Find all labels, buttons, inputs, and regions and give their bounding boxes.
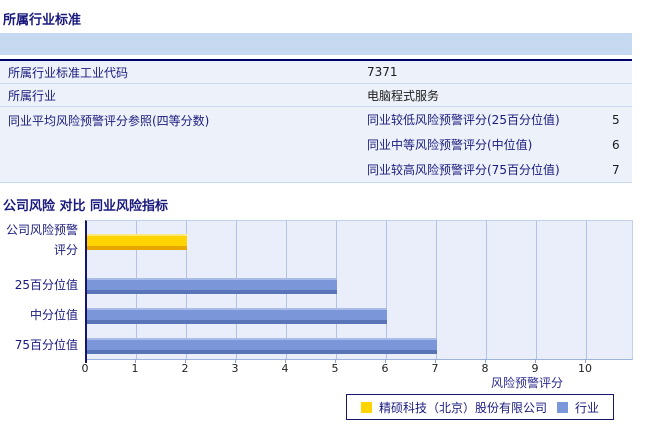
sub-label-low: 同业较低风险预警评分(25百分位值) [367, 113, 560, 127]
row-value-industry: 电脑程式服务 [367, 88, 440, 103]
tick-label-2: 2 [181, 362, 189, 375]
row-label-industry: 所属行业 [8, 88, 57, 103]
tick-label-6: 6 [381, 362, 389, 375]
category-label-2: 中分位值 [29, 308, 78, 322]
legend-label: 行业 [575, 400, 600, 415]
tick-label-5: 5 [331, 362, 339, 375]
chart-legend: 精硕科技（北京）股份有限公司 行业 [346, 394, 615, 420]
section-title-risk-comparison: 公司风险 对比 同业风险指标 [3, 199, 169, 214]
sub-value-high: 7 [612, 162, 620, 177]
tick-label-0: 0 [81, 362, 89, 375]
gridline [486, 221, 487, 359]
row-label-industry-code: 所属行业标准工业代码 [8, 65, 129, 80]
bar-中分位值 [87, 308, 387, 324]
tick-label-10: 10 [578, 362, 592, 375]
legend-swatch-icon [557, 401, 569, 413]
table-row: 所属行业 电脑程式服务 [0, 84, 632, 107]
bar-25百分位值 [87, 278, 337, 294]
row-value-industry-code: 7371 [367, 65, 398, 79]
sub-value-median: 6 [612, 137, 620, 152]
sub-row-low: 同业较低风险预警评分(25百分位值) 5 [367, 107, 647, 132]
plot-area [85, 220, 633, 360]
group-label-peer-average: 同业平均风险预警评分参照(四等分数) [8, 114, 210, 128]
gridline [536, 221, 537, 359]
legend-item-0: 精硕科技（北京）股份有限公司 [361, 399, 547, 416]
group-subrows: 同业较低风险预警评分(25百分位值) 5 同业中等风险预警评分(中位值) 6 同… [367, 107, 647, 182]
category-label-1: 25百分位值 [14, 278, 78, 292]
tick-label-4: 4 [281, 362, 289, 375]
sub-label-high: 同业较高风险预警评分(75百分位值) [367, 163, 560, 177]
section-title-industry-standard: 所属行业标准 [3, 13, 82, 28]
sub-value-low: 5 [612, 112, 620, 127]
sub-row-median: 同业中等风险预警评分(中位值) 6 [367, 132, 647, 157]
category-label-3: 75百分位值 [14, 338, 78, 352]
table-row: 所属行业标准工业代码 7371 [0, 61, 632, 84]
tick-label-1: 1 [131, 362, 139, 375]
table-header-band [0, 33, 632, 55]
category-label-0: 公司风险预警评分 [5, 223, 78, 257]
industry-table: 所属行业标准工业代码 7371 所属行业 电脑程式服务 同业平均风险预警评分参照… [0, 33, 632, 183]
x-axis-title: 风险预警评分 [490, 376, 563, 390]
legend-label: 精硕科技（北京）股份有限公司 [379, 400, 548, 415]
tick-label-3: 3 [231, 362, 239, 375]
legend-item-1: 行业 [557, 399, 599, 416]
gridline [586, 221, 587, 359]
bar-公司风险预警评分 [87, 234, 187, 250]
sub-row-high: 同业较高风险预警评分(75百分位值) 7 [367, 157, 647, 182]
report-page: { "section1": { "title": "所属行业标准", "tabl… [0, 0, 648, 434]
table-group-row: 同业平均风险预警评分参照(四等分数) 同业较低风险预警评分(25百分位值) 5 … [0, 107, 632, 183]
bar-75百分位值 [87, 338, 437, 354]
legend-swatch-icon [361, 401, 372, 413]
sub-label-median: 同业中等风险预警评分(中位值) [367, 138, 533, 152]
